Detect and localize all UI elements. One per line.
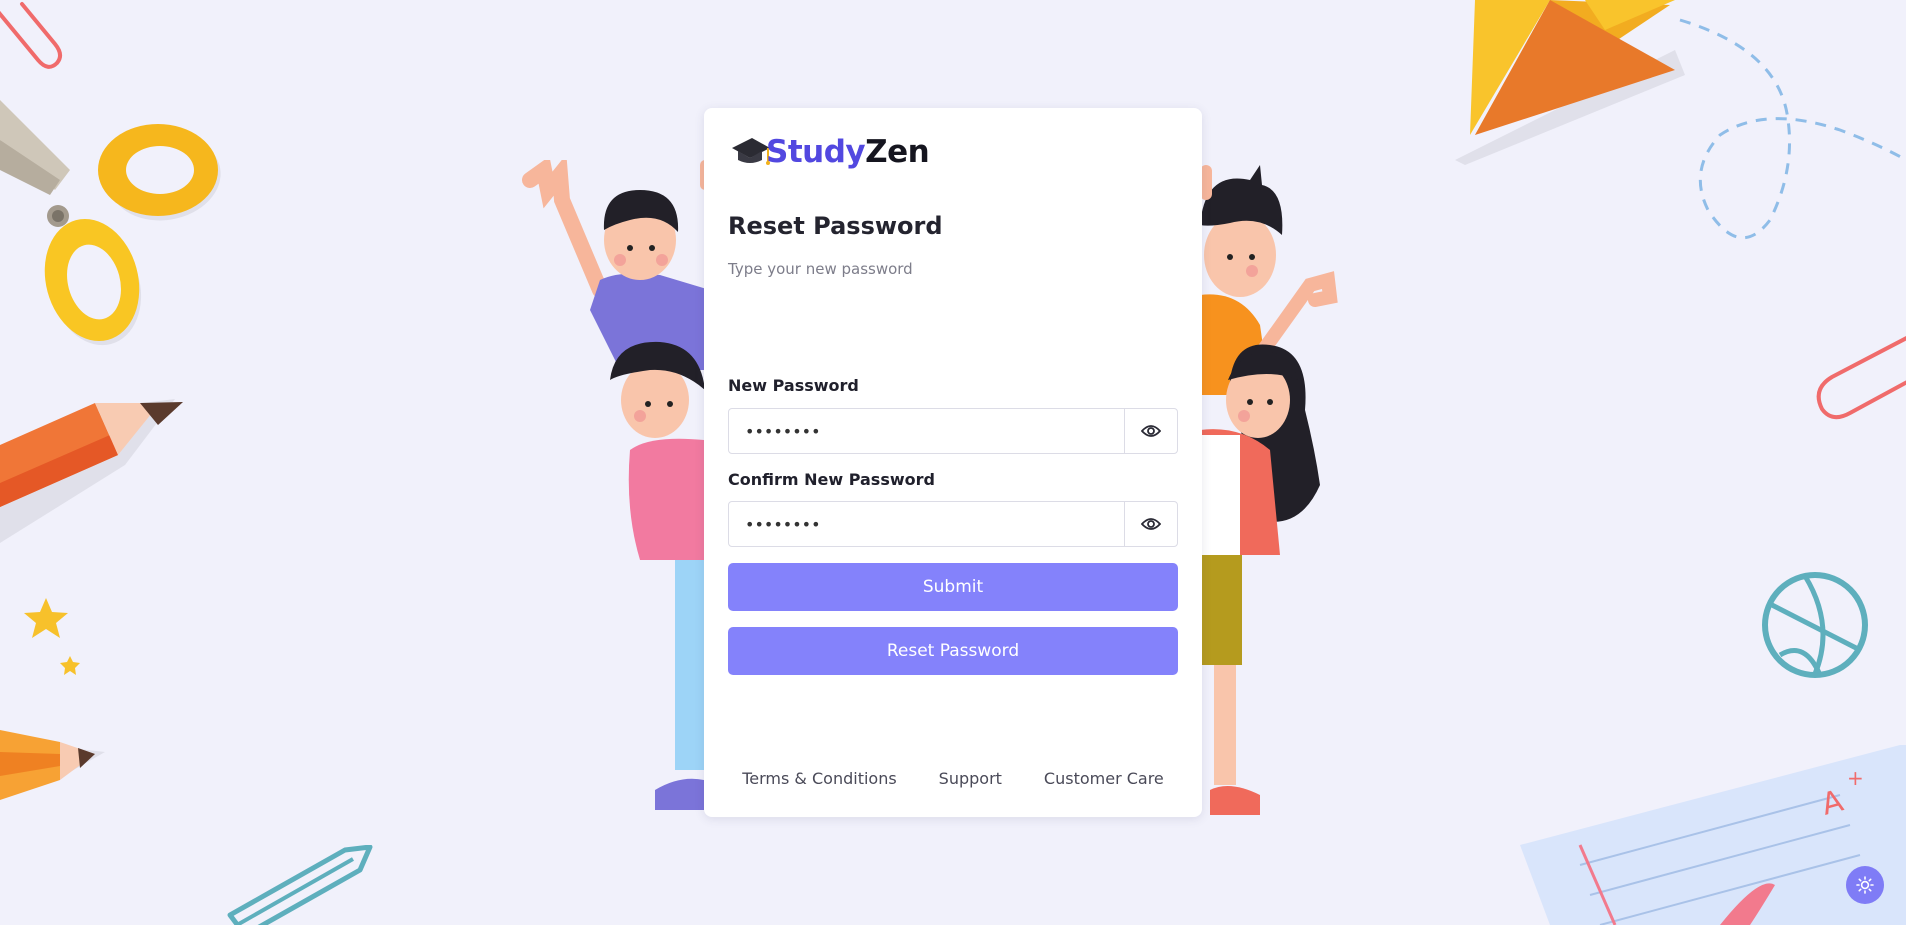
toggle-confirm-password-visibility[interactable] xyxy=(1124,502,1177,546)
pencils-illustration xyxy=(0,730,105,800)
new-password-group xyxy=(728,408,1178,454)
eye-icon xyxy=(1141,425,1161,437)
terms-link[interactable]: Terms & Conditions xyxy=(742,769,896,788)
brand-name-part1: Study xyxy=(766,134,866,170)
new-password-input[interactable] xyxy=(729,409,1124,453)
scissors-illustration xyxy=(0,100,221,346)
girl-character-illustration xyxy=(610,341,705,810)
paperclip-illustration xyxy=(0,2,62,69)
support-link[interactable]: Support xyxy=(939,769,1002,788)
studyzen-logo[interactable]: StudyZen xyxy=(730,132,930,172)
paper-plane-illustration xyxy=(1455,0,1685,165)
girl-character-illustration-right xyxy=(1200,344,1320,815)
reset-password-button[interactable]: Reset Password xyxy=(728,627,1178,675)
ball-illustration xyxy=(1762,572,1868,678)
page-title: Reset Password xyxy=(728,212,943,240)
confirm-password-group xyxy=(728,501,1178,547)
reset-password-card: StudyZen Reset Password Type your new pa… xyxy=(704,108,1202,817)
star-illustration xyxy=(24,598,80,675)
page-subtitle: Type your new password xyxy=(728,260,913,278)
brand-name-part2: Zen xyxy=(865,134,930,170)
svg-text:+: + xyxy=(1847,766,1864,790)
dashed-trail-illustration xyxy=(1679,18,1906,240)
confirm-password-label: Confirm New Password xyxy=(728,470,935,489)
pencil-outline-illustration xyxy=(227,845,373,925)
graduation-cap-icon xyxy=(732,138,770,165)
submit-button[interactable]: Submit xyxy=(728,563,1178,611)
theme-toggle-button[interactable] xyxy=(1846,866,1884,904)
brand-name: StudyZen xyxy=(766,134,930,170)
eye-icon xyxy=(1141,518,1161,530)
footer-links: Terms & Conditions Support Customer Care xyxy=(704,769,1202,788)
toggle-new-password-visibility[interactable] xyxy=(1124,409,1177,453)
pencil-illustration xyxy=(0,399,183,543)
paperclip-illustration-right xyxy=(1816,336,1906,420)
notebook-illustration: A + xyxy=(1520,745,1906,925)
sun-icon xyxy=(1856,876,1874,894)
new-password-label: New Password xyxy=(728,376,859,395)
customer-care-link[interactable]: Customer Care xyxy=(1044,769,1164,788)
confirm-password-input[interactable] xyxy=(729,502,1124,546)
